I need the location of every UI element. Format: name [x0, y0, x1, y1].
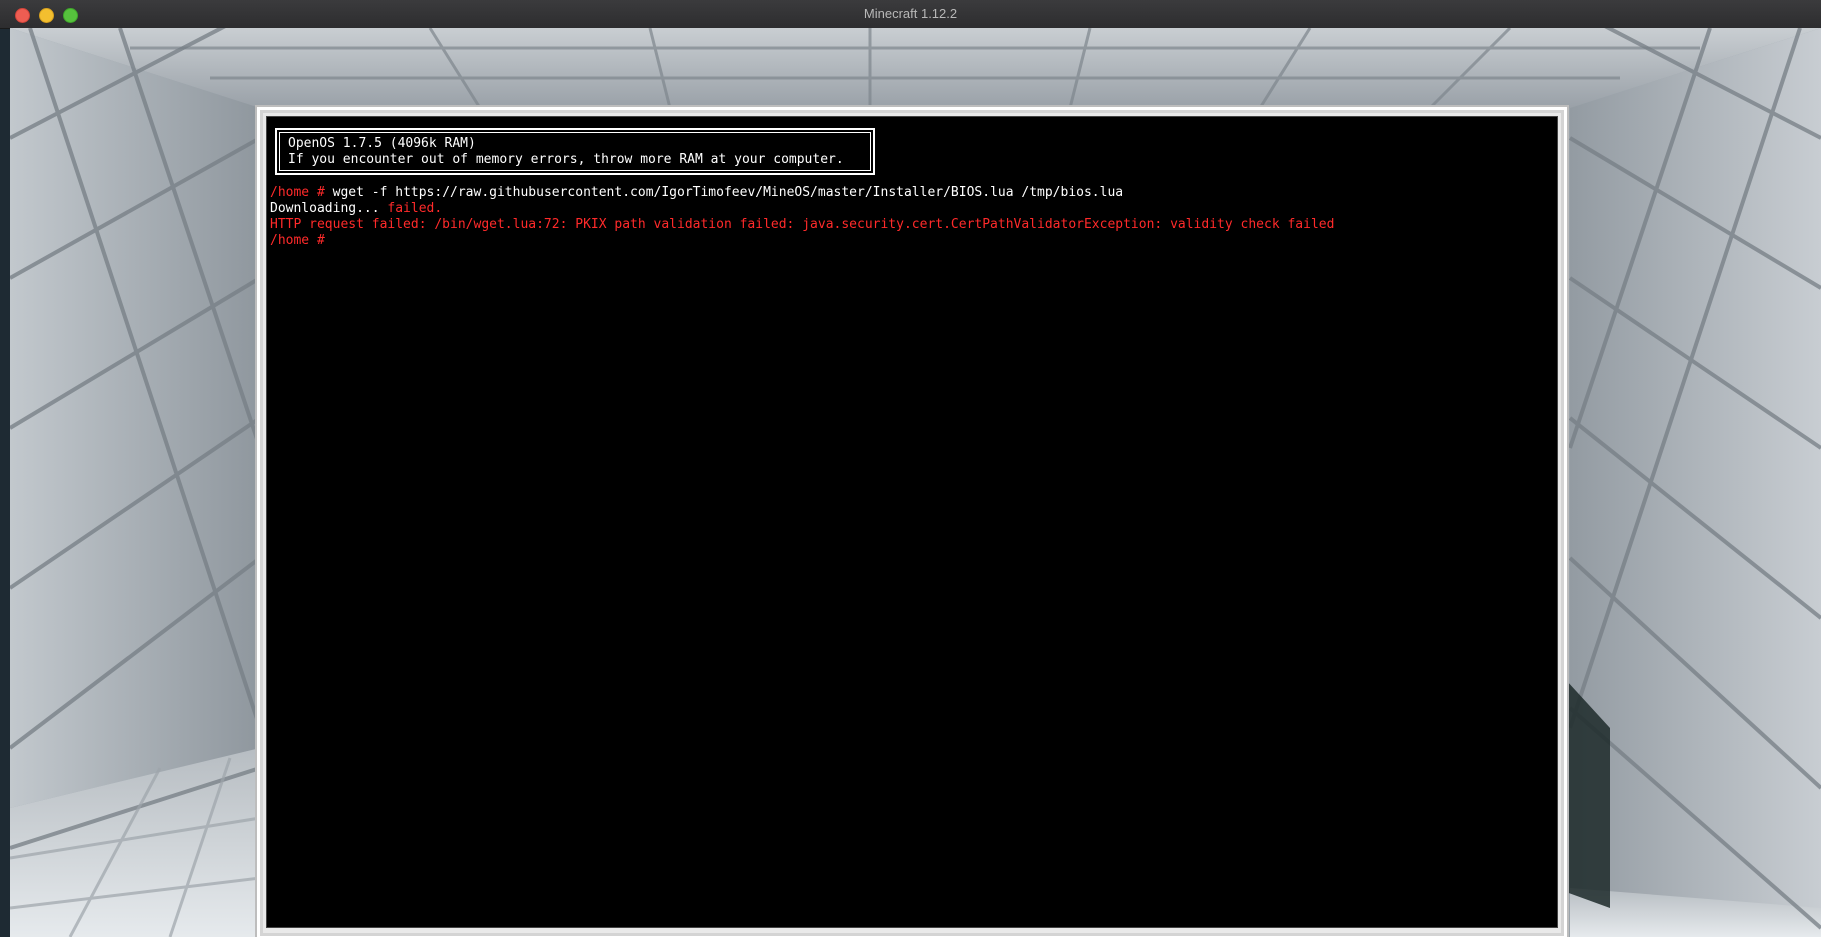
downloading-status: failed.: [387, 201, 443, 216]
command-line: /home # wget -f https://raw.githubuserco…: [270, 185, 1334, 201]
prompt: /home #: [270, 185, 333, 200]
error-line: HTTP request failed: /bin/wget.lua:72: P…: [270, 217, 1335, 232]
input-line[interactable]: /home #: [270, 233, 1334, 249]
banner-os-version: OpenOS 1.7.5 (4096k RAM): [288, 136, 476, 151]
terminal-output: /home # wget -f https://raw.githubuserco…: [270, 185, 1334, 249]
computer-screen-frame: OpenOS 1.7.5 (4096k RAM) If you encounte…: [255, 105, 1569, 937]
minecraft-window: Minecraft 1.12.2 OpenOS 1.7.5 (4096k RAM…: [0, 0, 1821, 937]
download-status-line: Downloading... failed.: [270, 201, 1334, 217]
command-text: wget -f https://raw.githubusercontent.co…: [332, 185, 1124, 200]
terminal-screen[interactable]: OpenOS 1.7.5 (4096k RAM) If you encounte…: [266, 116, 1558, 928]
os-banner: OpenOS 1.7.5 (4096k RAM) If you encounte…: [275, 128, 875, 175]
title-bar[interactable]: Minecraft 1.12.2: [0, 0, 1821, 29]
banner-memory-tip: If you encounter out of memory errors, t…: [288, 152, 844, 167]
window-title: Minecraft 1.12.2: [863, 6, 958, 21]
final-prompt: /home #: [270, 233, 333, 248]
downloading-label: Downloading...: [270, 201, 388, 216]
